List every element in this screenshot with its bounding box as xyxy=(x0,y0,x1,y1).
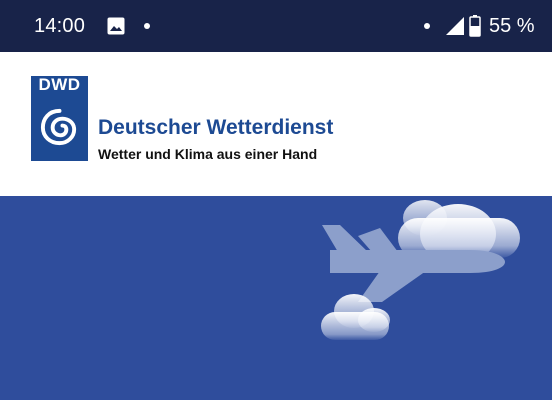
brand-name: Deutscher Wetterdienst xyxy=(98,116,334,139)
battery-percentage: 55 % xyxy=(489,15,535,37)
app-header: DWD Deutscher Wetterdienst Wetter und Kl… xyxy=(0,52,552,196)
notification-dot-icon xyxy=(144,23,150,29)
status-time: 14:00 xyxy=(34,15,86,37)
swirl-logo-icon xyxy=(40,108,77,146)
dwd-logo: DWD xyxy=(31,76,88,161)
airplane-with-clouds-icon xyxy=(321,200,520,340)
status-bar: 14:00 55 % xyxy=(0,0,552,52)
hero-banner xyxy=(0,196,552,400)
brand-tagline: Wetter und Klima aus einer Hand xyxy=(98,146,318,162)
battery-icon xyxy=(469,15,481,37)
signal-icon xyxy=(446,17,464,35)
gallery-icon xyxy=(107,17,125,35)
logo-text: DWD xyxy=(38,75,81,94)
dot-icon xyxy=(424,23,430,29)
